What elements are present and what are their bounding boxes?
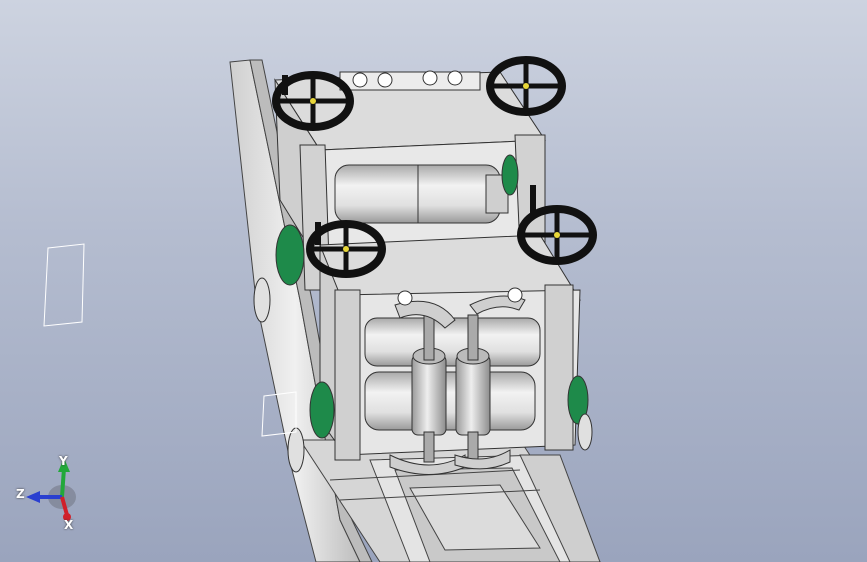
handwheel-icon[interactable]	[486, 56, 566, 116]
triad-x-label: X	[64, 518, 74, 532]
ghost-outline	[43, 243, 85, 327]
triad-y-label: Y	[59, 454, 68, 468]
handwheel-icon[interactable]	[272, 71, 354, 131]
triad-z-label: Z	[16, 487, 25, 501]
handwheel-icon[interactable]	[306, 220, 386, 278]
pressure-post-left	[411, 354, 447, 436]
bearing-icon	[275, 224, 305, 286]
triad-icon	[26, 458, 76, 521]
lower-roller-back	[364, 317, 541, 367]
pressure-post-right	[455, 354, 491, 436]
model-canvas[interactable]	[0, 0, 867, 562]
cad-viewport[interactable]: Y Z X	[0, 0, 867, 562]
lower-roller-front	[364, 371, 536, 431]
